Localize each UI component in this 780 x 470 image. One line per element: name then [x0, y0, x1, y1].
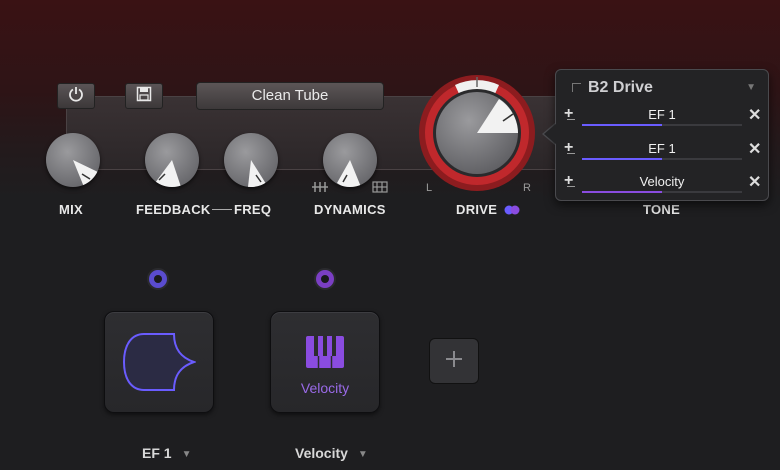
freq-knob[interactable]	[224, 133, 278, 187]
modulation-amount-slider[interactable]	[582, 158, 742, 160]
ef1-modulator-slot[interactable]	[104, 311, 214, 413]
feedback-freq-link	[212, 209, 232, 210]
save-button[interactable]	[125, 83, 163, 109]
ef1-modulation-drag-handle[interactable]	[147, 268, 169, 290]
modulation-amount-slider[interactable]	[582, 191, 742, 193]
modulation-source-name: EF 1	[648, 141, 676, 156]
modulation-amount-fill	[582, 124, 662, 126]
mix-label: MIX	[59, 202, 84, 217]
close-icon[interactable]: ✕	[748, 105, 761, 125]
velocity-modulator-slot[interactable]: Velocity	[270, 311, 380, 413]
modulation-source-name: Velocity	[639, 174, 685, 189]
modulation-row: + EF 1 ✕	[562, 139, 762, 163]
velocity-modulation-drag-handle[interactable]	[314, 268, 336, 290]
plus-icon	[444, 349, 464, 374]
drive-right-label: R	[523, 182, 531, 194]
power-icon	[68, 86, 84, 107]
ef1-slot-selector[interactable]: EF 1 ▼	[142, 445, 191, 461]
modulation-row: + Velocity ✕	[562, 172, 762, 196]
plus-icon[interactable]: +	[564, 172, 573, 190]
minus-icon[interactable]	[567, 186, 575, 187]
chevron-down-icon: ▼	[357, 448, 368, 460]
minus-icon[interactable]	[567, 153, 575, 154]
modulation-source-name: EF 1	[648, 107, 676, 122]
modulation-row: + EF 1 ✕	[562, 105, 762, 129]
close-icon[interactable]: ✕	[748, 172, 761, 192]
save-icon	[136, 86, 152, 107]
tone-label: TONE	[643, 202, 681, 217]
velocity-slot-caption: Velocity	[300, 380, 350, 396]
keyboard-icon	[306, 336, 344, 373]
compress-icon	[312, 180, 328, 198]
velocity-slot-name: Velocity	[295, 445, 348, 461]
minus-icon[interactable]	[567, 119, 575, 120]
velocity-slot-selector[interactable]: Velocity ▼	[295, 445, 368, 461]
chevron-down-icon: ▼	[181, 448, 192, 460]
envelope-follower-icon	[122, 330, 198, 399]
popup-arrow-inner	[544, 123, 557, 145]
feedback-knob[interactable]	[145, 133, 199, 187]
close-icon[interactable]: ✕	[748, 139, 761, 159]
ef1-slot-name: EF 1	[142, 445, 172, 461]
chevron-down-icon[interactable]: ▼	[746, 82, 756, 93]
freq-label: FREQ	[234, 202, 272, 217]
plus-icon[interactable]: +	[564, 139, 573, 157]
drive-left-label: L	[426, 182, 433, 194]
modulation-indicator-icon[interactable]	[504, 203, 520, 221]
modulation-amount-fill	[582, 191, 662, 193]
feedback-label: FEEDBACK	[136, 202, 211, 217]
modulation-amount-fill	[582, 158, 662, 160]
expand-icon	[372, 180, 388, 198]
popup-corner-mark	[572, 83, 581, 92]
power-button[interactable]	[57, 83, 95, 109]
dynamics-label: DYNAMICS	[314, 202, 386, 217]
preset-selector[interactable]: Clean Tube	[196, 82, 384, 110]
dynamics-knob[interactable]	[323, 133, 377, 187]
modulation-popup: B2 Drive ▼ + EF 1 ✕ + EF 1 ✕ + Velocity …	[555, 69, 769, 201]
add-modulator-button[interactable]	[429, 338, 479, 384]
modulation-amount-slider[interactable]	[582, 124, 742, 126]
drive-knob[interactable]	[417, 73, 537, 193]
mix-knob[interactable]	[46, 133, 100, 187]
plus-icon[interactable]: +	[564, 105, 573, 123]
drive-label: DRIVE	[456, 202, 498, 217]
popup-title: B2 Drive	[588, 79, 653, 96]
